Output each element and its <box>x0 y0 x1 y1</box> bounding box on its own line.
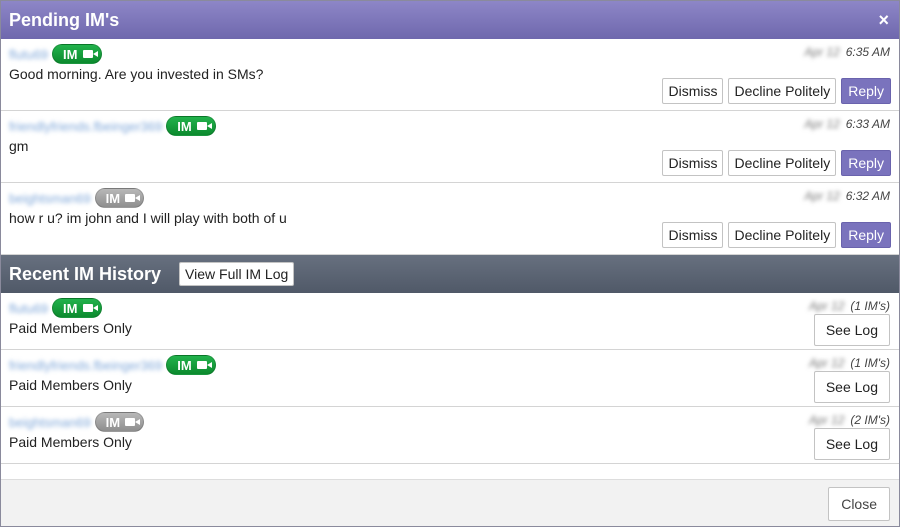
dialog-title: Pending IM's <box>9 9 120 30</box>
pending-im-row: friendlyfriends.fbeinger369 IM Apr 12 6:… <box>1 111 899 183</box>
history-meta: Apr 12 (2 IM's) <box>809 413 890 427</box>
history-date: Apr 12 <box>809 413 845 427</box>
im-video-badge[interactable]: IM <box>52 44 102 64</box>
reply-button[interactable]: Reply <box>841 78 891 104</box>
video-camera-icon <box>196 361 212 369</box>
sender-username[interactable]: flutu69 <box>9 47 48 62</box>
decline-politely-button[interactable]: Decline Politely <box>728 78 837 104</box>
message-time: 6:32 AM <box>845 189 890 203</box>
video-camera-icon <box>82 304 98 312</box>
sender-username[interactable]: friendlyfriends.fbeinger369 <box>9 119 162 134</box>
close-icon[interactable]: × <box>878 11 889 29</box>
pending-ims-dialog: Pending IM's × flutu69 IM Apr 12 6:35 AM… <box>0 0 900 527</box>
history-message: Paid Members Only <box>9 320 132 336</box>
message-time: 6:35 AM <box>845 45 890 59</box>
im-badge-label: IM <box>63 46 78 62</box>
im-badge-label: IM <box>105 190 121 206</box>
view-full-im-log-button[interactable]: View Full IM Log <box>179 262 295 286</box>
see-log-button[interactable]: See Log <box>813 428 890 460</box>
pending-im-row: beightsman69 IM Apr 12 6:32 AM how r u? … <box>1 183 899 255</box>
pending-im-row: flutu69 IM Apr 12 6:35 AM Good morning. … <box>1 39 899 111</box>
history-message: Paid Members Only <box>9 434 132 450</box>
history-row: flutu69 IM Apr 12 (1 IM's) Paid Members … <box>1 293 899 350</box>
video-camera-icon <box>196 122 212 130</box>
dialog-footer: Close <box>1 479 899 526</box>
history-date: Apr 12 <box>809 299 845 313</box>
message-timestamp: Apr 12 6:35 AM <box>804 45 890 59</box>
message-time: 6:33 AM <box>845 117 890 131</box>
close-button[interactable]: Close <box>828 487 890 521</box>
dismiss-button[interactable]: Dismiss <box>662 222 724 248</box>
see-log-button[interactable]: See Log <box>813 314 890 346</box>
video-camera-icon <box>125 194 141 202</box>
im-count: (1 IM's) <box>850 356 890 370</box>
im-badge-label: IM <box>63 300 78 316</box>
section-title: Recent IM History <box>9 263 162 284</box>
im-badge-label: IM <box>177 118 192 134</box>
im-badge-label: IM <box>105 414 121 430</box>
im-video-badge[interactable]: IM <box>166 116 216 136</box>
history-meta: Apr 12 (1 IM's) <box>809 356 890 370</box>
im-count: (1 IM's) <box>850 299 890 313</box>
dismiss-button[interactable]: Dismiss <box>662 78 724 104</box>
im-video-badge[interactable]: IM <box>94 412 145 432</box>
decline-politely-button[interactable]: Decline Politely <box>728 150 837 176</box>
message-date: Apr 12 <box>804 189 840 203</box>
reply-button[interactable]: Reply <box>841 150 891 176</box>
im-video-badge[interactable]: IM <box>166 355 216 375</box>
im-badge-label: IM <box>177 357 192 373</box>
history-meta: Apr 12 (1 IM's) <box>809 299 890 313</box>
recent-im-history-header: Recent IM History View Full IM Log <box>1 255 899 293</box>
message-date: Apr 12 <box>804 45 840 59</box>
message-date: Apr 12 <box>804 117 840 131</box>
message-timestamp: Apr 12 6:33 AM <box>804 117 890 131</box>
history-row: friendlyfriends.fbeinger369 IM Apr 12 (1… <box>1 350 899 407</box>
contact-username[interactable]: friendlyfriends.fbeinger369 <box>9 358 162 373</box>
history-row: beightsman69 IM Apr 12 (2 IM's) Paid Mem… <box>1 407 899 464</box>
contact-username[interactable]: beightsman69 <box>9 415 91 430</box>
message-timestamp: Apr 12 6:32 AM <box>804 189 890 203</box>
sender-username[interactable]: beightsman69 <box>9 191 91 206</box>
dismiss-button[interactable]: Dismiss <box>662 150 724 176</box>
im-video-badge[interactable]: IM <box>94 188 145 208</box>
im-count: (2 IM's) <box>850 413 890 427</box>
decline-politely-button[interactable]: Decline Politely <box>728 222 837 248</box>
contact-username[interactable]: flutu69 <box>9 301 48 316</box>
im-video-badge[interactable]: IM <box>52 298 102 318</box>
see-log-button[interactable]: See Log <box>813 371 890 403</box>
history-message: Paid Members Only <box>9 377 132 393</box>
video-camera-icon <box>125 418 141 426</box>
video-camera-icon <box>82 50 98 58</box>
dialog-titlebar: Pending IM's × <box>1 1 899 39</box>
history-date: Apr 12 <box>809 356 845 370</box>
reply-button[interactable]: Reply <box>841 222 891 248</box>
